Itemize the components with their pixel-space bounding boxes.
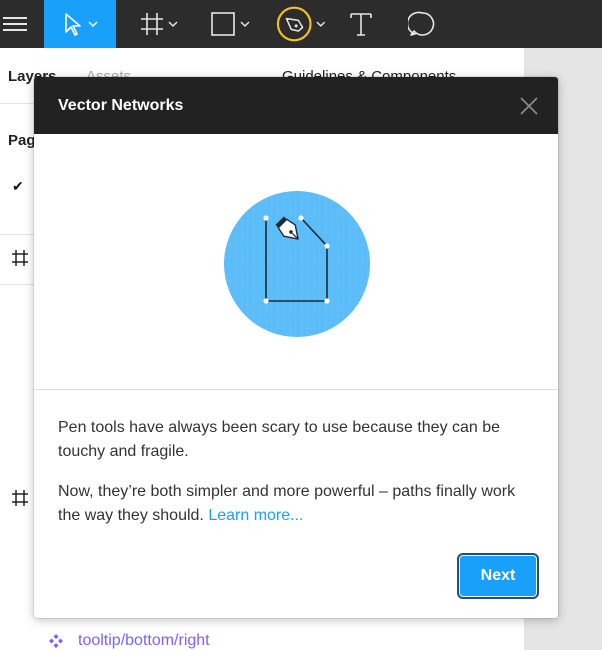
body-paragraph-1: Pen tools have always been scary to use … — [58, 419, 501, 460]
pen-tool-button[interactable] — [276, 0, 326, 48]
chevron-down-icon — [168, 21, 178, 28]
shape-icon — [211, 12, 235, 36]
modal-header: Vector Networks — [34, 77, 558, 134]
component-label: tooltip/bottom/right — [78, 632, 210, 649]
frame-icon[interactable] — [11, 249, 29, 267]
chevron-down-icon — [316, 21, 326, 27]
pen-icon — [276, 6, 312, 42]
layer-row-component[interactable]: tooltip/bottom/right — [48, 632, 210, 650]
comment-tool-button[interactable] — [406, 0, 438, 48]
chevron-down-icon — [240, 21, 250, 28]
text-icon — [350, 13, 372, 36]
modal-title: Vector Networks — [58, 97, 184, 114]
body-paragraph-2: Now, they’re both simpler and more power… — [58, 480, 538, 528]
move-tool-button[interactable] — [44, 0, 116, 48]
component-icon — [49, 634, 63, 648]
comment-icon — [408, 11, 435, 36]
illustration-area — [34, 134, 558, 390]
chevron-down-icon — [88, 21, 98, 28]
menu-button[interactable] — [0, 0, 30, 48]
text-tool-button[interactable] — [346, 0, 376, 48]
next-button[interactable]: Next — [457, 553, 539, 599]
vector-networks-modal: Vector Networks Pen tools have always be… — [34, 77, 558, 618]
close-icon[interactable] — [518, 95, 540, 117]
vector-network-illustration — [224, 191, 370, 337]
learn-more-link[interactable]: Learn more... — [208, 507, 303, 524]
frame-tool-button[interactable] — [134, 0, 184, 48]
frame-icon[interactable] — [11, 489, 29, 507]
checkmark-icon: ✔ — [12, 178, 24, 194]
menu-icon — [3, 17, 27, 31]
frame-icon — [141, 13, 163, 35]
toolbar — [0, 0, 602, 48]
shape-tool-button[interactable] — [204, 0, 256, 48]
move-icon — [65, 13, 81, 36]
